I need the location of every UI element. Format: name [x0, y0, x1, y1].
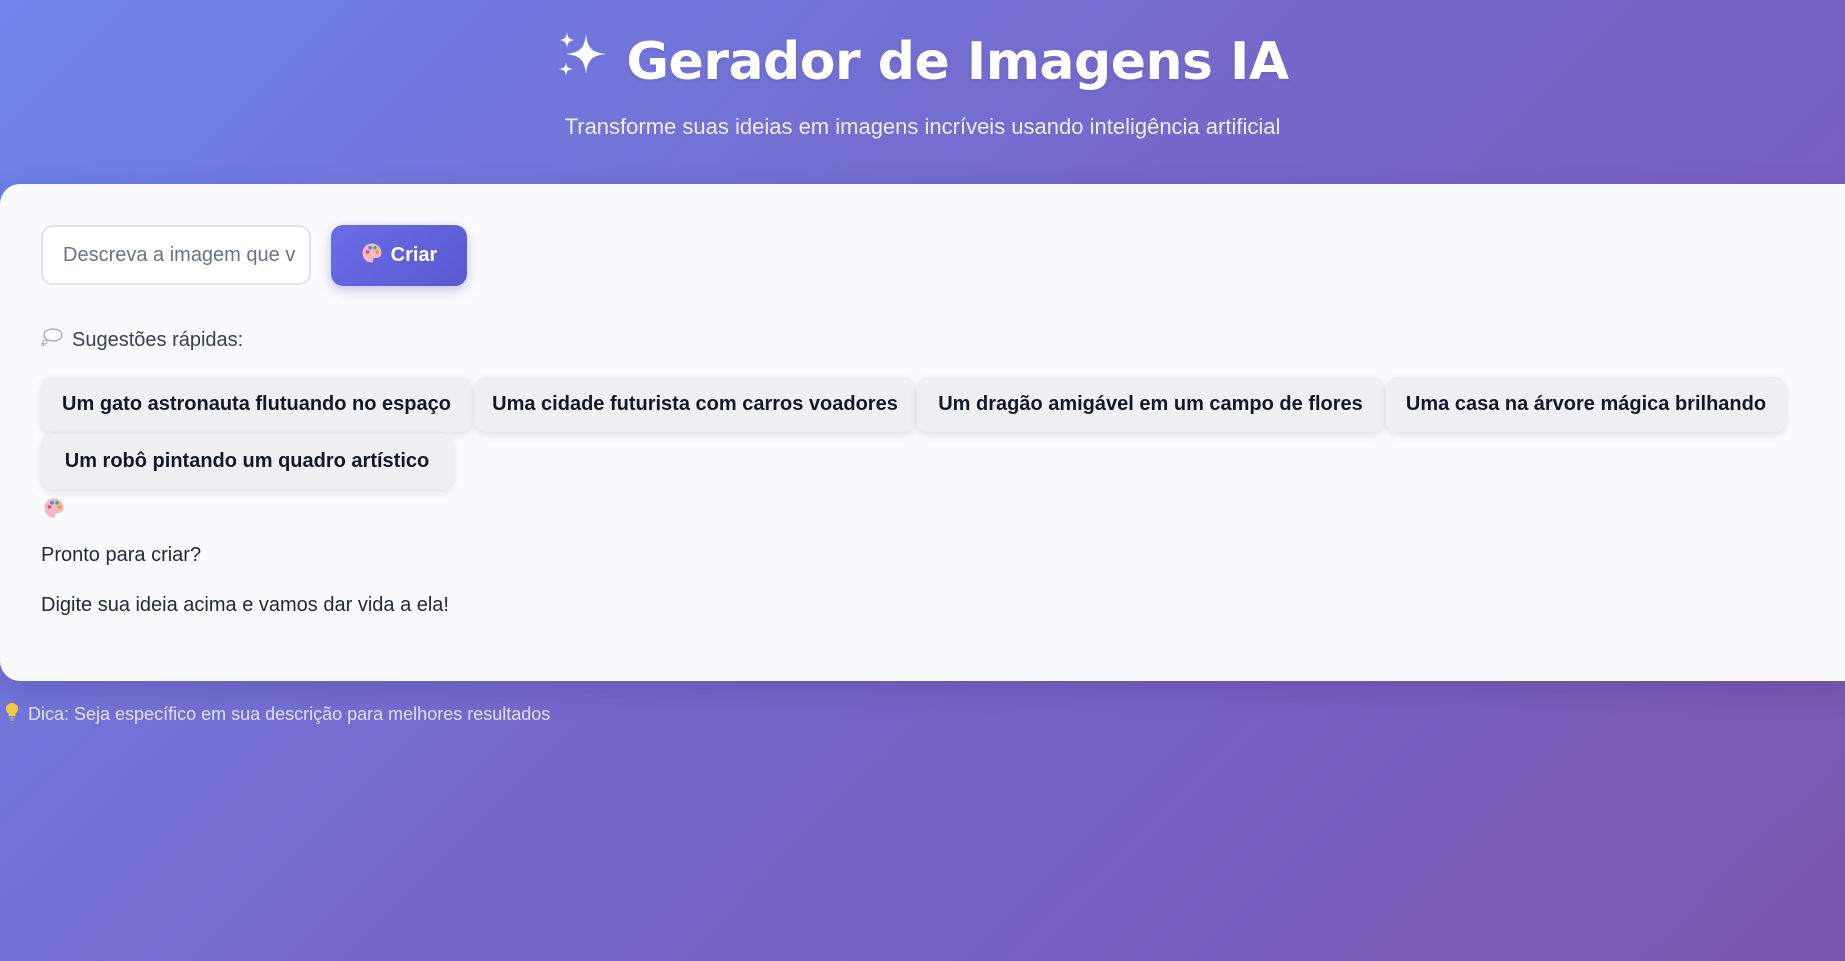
empty-state-message: Digite sua ideia acima e vamos dar vida … [41, 594, 449, 616]
tip-label: Dica: Seja específico em sua descrição p… [28, 704, 551, 724]
suggestion-chip[interactable]: Um dragão amigável em um campo de flores [917, 377, 1384, 432]
suggestion-chip[interactable]: Uma cidade futurista com carros voadores [475, 377, 915, 432]
generator-card: Descreva a imagem que v Criar Sugestões … [0, 184, 1845, 681]
suggestion-chip[interactable]: Um robô pintando um quadro artístico [41, 434, 453, 489]
page-subtitle: Transforme suas ideias em imagens incrív… [564, 114, 1281, 139]
thought-bubble-icon [41, 328, 63, 352]
lightbulb-icon [5, 702, 19, 727]
suggestions-heading: Sugestões rápidas: [41, 328, 243, 352]
empty-state-title: Pronto para criar? [41, 544, 202, 566]
suggestion-chip[interactable]: Uma casa na árvore mágica brilhando [1386, 377, 1786, 432]
prompt-input[interactable]: Descreva a imagem que v [41, 225, 311, 285]
tip-text: Dica: Seja específico em sua descrição p… [5, 702, 550, 727]
suggestion-chip[interactable]: Um gato astronauta flutuando no espaço [41, 377, 472, 432]
palette-icon [43, 497, 65, 524]
page-title-text: Gerador de Imagens IA [626, 32, 1289, 92]
palette-icon [361, 242, 383, 270]
create-button-label: Criar [390, 244, 438, 266]
page-title: Gerador de Imagens IA [0, 30, 1845, 97]
suggestions-label: Sugestões rápidas: [72, 328, 244, 351]
create-button[interactable]: Criar [331, 225, 467, 286]
sparkles-icon [556, 30, 608, 93]
